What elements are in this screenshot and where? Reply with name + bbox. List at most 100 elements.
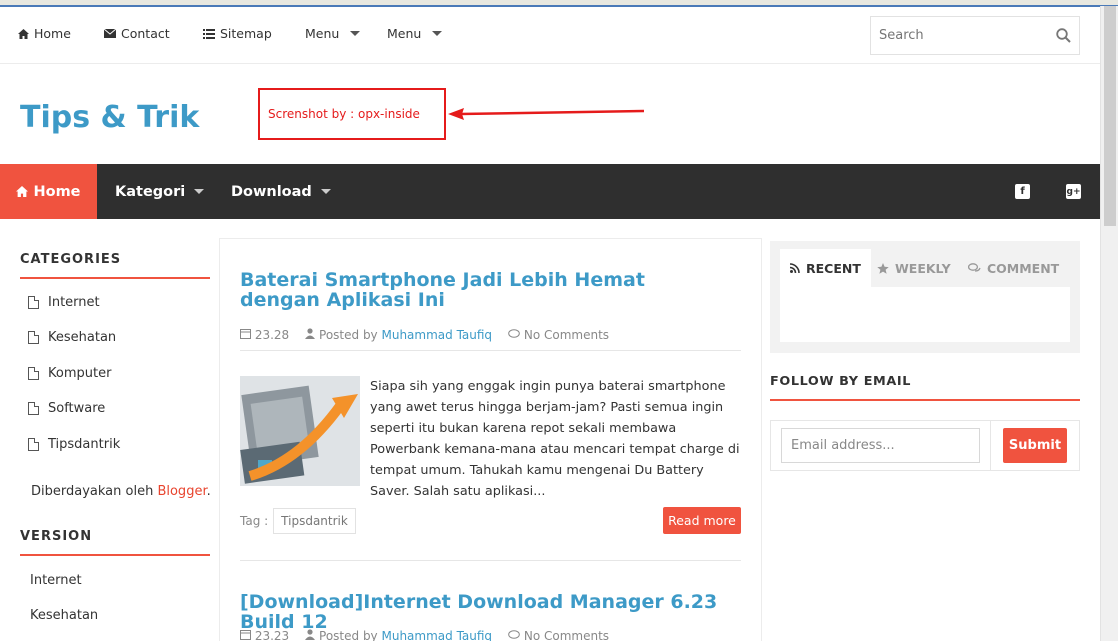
post-time: 23.23 <box>240 629 289 641</box>
topnav-menu-1[interactable]: Menu <box>305 26 361 41</box>
powered-dot: . <box>206 484 211 499</box>
scrollbar-thumb[interactable] <box>1104 6 1116 226</box>
powered-text: Diberdayakan oleh <box>31 484 154 499</box>
list-icon <box>203 28 215 39</box>
comment-icon <box>508 630 520 639</box>
post-title[interactable]: [Download]Internet Download Manager 6.23… <box>240 592 730 632</box>
category-item[interactable]: Komputer <box>28 366 111 381</box>
follow-by-email-heading: FOLLOW BY EMAIL <box>770 374 911 389</box>
categories-rule <box>20 277 210 279</box>
site-title[interactable]: Tips & Trik <box>20 100 199 135</box>
rss-icon <box>790 263 800 273</box>
page: Home Contact Sitemap Menu Menu Tips & Tr… <box>0 6 1100 641</box>
tab-weekly[interactable]: WEEKLY <box>877 249 951 287</box>
search-input[interactable] <box>879 28 1039 43</box>
main-navigation: Home Kategori Download f g+ <box>0 164 1100 219</box>
author-link[interactable]: Muhammad Taufiq <box>381 629 492 641</box>
tag-chip[interactable]: Tipsdantrik <box>273 508 356 534</box>
post-meta: 23.28 Posted by Muhammad Taufiq No Comme… <box>240 328 609 342</box>
post-time-value: 23.23 <box>254 629 290 641</box>
mainnav-kategori[interactable]: Kategori <box>115 164 205 219</box>
document-icon <box>28 402 39 415</box>
category-item[interactable]: Kesehatan <box>28 330 116 345</box>
post-comments[interactable]: No Comments <box>508 629 609 641</box>
annotation-arrow <box>448 108 645 120</box>
document-icon <box>28 367 39 380</box>
category-label: Kesehatan <box>48 330 117 345</box>
search-icon[interactable] <box>1056 28 1071 43</box>
post-author: Posted by Muhammad Taufiq <box>305 629 492 641</box>
comment-icon <box>508 329 520 338</box>
post-divider <box>240 560 741 561</box>
posted-by-label: Posted by <box>319 629 378 641</box>
categories-heading: CATEGORIES <box>20 252 122 267</box>
post-thumbnail[interactable] <box>240 376 360 486</box>
topnav-home-label: Home <box>34 26 71 41</box>
topnav-menu-2-label: Menu <box>387 26 422 41</box>
topnav-sitemap[interactable]: Sitemap <box>203 26 272 41</box>
calendar-icon <box>240 329 251 339</box>
post-title[interactable]: Baterai Smartphone Jadi Lebih Hemat deng… <box>240 270 730 310</box>
tab-comment-label: COMMENT <box>987 260 1060 276</box>
email-field[interactable]: Email address... <box>781 428 980 463</box>
post-time: 23.28 <box>240 328 289 342</box>
author-link[interactable]: Muhammad Taufiq <box>381 328 492 342</box>
topnav-menu-1-label: Menu <box>305 26 340 41</box>
vertical-scrollbar[interactable] <box>1100 6 1118 641</box>
google-plus-icon[interactable]: g+ <box>1066 184 1081 199</box>
calendar-icon <box>240 630 251 640</box>
mainnav-download-label: Download <box>231 183 312 200</box>
top-navigation: Home Contact Sitemap Menu Menu <box>0 6 1100 64</box>
category-label: Software <box>48 401 106 416</box>
version-item[interactable]: Kesehatan <box>30 608 98 623</box>
comments-count: No Comments <box>523 629 610 641</box>
version-item[interactable]: Internet <box>30 573 82 588</box>
mainnav-download[interactable]: Download <box>231 164 331 219</box>
tab-recent[interactable]: RECENT <box>780 249 871 287</box>
category-label: Internet <box>48 295 100 310</box>
facebook-icon[interactable]: f <box>1015 184 1030 199</box>
user-icon <box>305 328 316 339</box>
follow-rule <box>770 399 1080 401</box>
comments-icon <box>968 263 981 272</box>
star-icon <box>877 262 889 274</box>
topnav-menu-2[interactable]: Menu <box>387 26 443 41</box>
category-item[interactable]: Tipsdantrik <box>28 437 120 452</box>
post-divider <box>240 350 741 351</box>
tab-panel <box>780 287 1070 342</box>
comments-count: No Comments <box>523 328 610 342</box>
home-icon <box>18 28 29 39</box>
popular-tabs-widget: RECENT WEEKLY COMMENT <box>770 241 1080 353</box>
tag-label: Tag : <box>240 514 269 528</box>
tab-recent-label: RECENT <box>806 260 861 276</box>
category-item[interactable]: Internet <box>28 295 100 310</box>
document-icon <box>28 331 39 344</box>
version-heading: VERSION <box>20 529 93 544</box>
category-item[interactable]: Software <box>28 401 105 416</box>
posted-by-label: Posted by <box>319 328 378 342</box>
post-comments[interactable]: No Comments <box>508 328 609 342</box>
mainnav-home[interactable]: Home <box>0 164 97 219</box>
envelope-icon <box>104 29 116 38</box>
mainnav-kategori-label: Kategori <box>115 183 186 200</box>
user-icon <box>305 629 316 640</box>
blogger-link[interactable]: Blogger <box>157 484 206 499</box>
mainnav-home-label: Home <box>33 183 81 200</box>
screenshot-annotation: Screnshot by : opx-inside <box>258 88 446 140</box>
email-placeholder: Email address... <box>791 438 895 453</box>
topnav-contact[interactable]: Contact <box>104 26 170 41</box>
tab-weekly-label: WEEKLY <box>895 260 951 276</box>
topnav-home[interactable]: Home <box>18 26 71 41</box>
tab-comment[interactable]: COMMENT <box>968 249 1059 287</box>
chevron-down-icon <box>350 31 361 36</box>
post-meta: 23.23 Posted by Muhammad Taufiq No Comme… <box>240 629 609 641</box>
email-separator <box>990 420 991 471</box>
read-more-button[interactable]: Read more <box>663 507 741 534</box>
search-box[interactable] <box>870 16 1080 55</box>
document-icon <box>28 296 39 309</box>
topnav-sitemap-label: Sitemap <box>220 26 272 41</box>
topnav-contact-label: Contact <box>121 26 170 41</box>
chevron-down-icon <box>432 31 443 36</box>
submit-button[interactable]: Submit <box>1003 428 1067 463</box>
post-time-value: 23.28 <box>254 328 290 342</box>
